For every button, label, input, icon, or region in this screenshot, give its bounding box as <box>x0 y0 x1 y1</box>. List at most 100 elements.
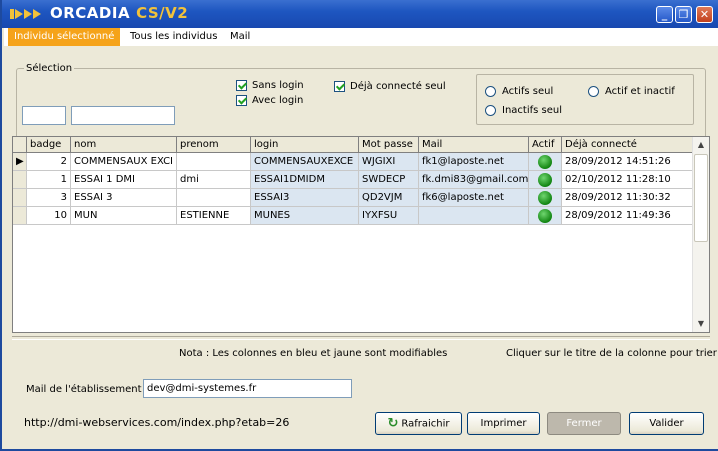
active-status-icon <box>538 173 552 187</box>
row-selector[interactable] <box>13 207 27 225</box>
radio-circle-icon <box>588 86 599 97</box>
cell-login[interactable]: ESSAI1DMIDM <box>251 171 359 189</box>
minimize-button[interactable]: _ <box>656 6 673 23</box>
webservice-url: http://dmi-webservices.com/index.php?eta… <box>24 416 290 429</box>
inactifs-seul-radio[interactable]: Inactifs seul <box>485 105 562 116</box>
menu-tous-les-individus[interactable]: Tous les individus <box>124 28 223 46</box>
cell-login[interactable]: ESSAI3 <box>251 189 359 207</box>
row-selector-header <box>13 137 27 153</box>
row-selector[interactable] <box>13 189 27 207</box>
cell-deja-connecte[interactable]: 28/09/2012 11:49:36 <box>562 207 694 225</box>
close-icon: ✕ <box>699 8 710 21</box>
actifs-seul-radio[interactable]: Actifs seul <box>485 86 553 97</box>
cell-mot-passe[interactable]: IYXFSU <box>359 207 419 225</box>
cell-mot-passe[interactable]: QD2VJM <box>359 189 419 207</box>
cell-prenom[interactable] <box>177 153 251 171</box>
deja-connecte-checkbox[interactable]: Déjà connecté seul <box>334 81 446 92</box>
actif-et-inactif-radio[interactable]: Actif et inactif <box>588 86 675 97</box>
cell-actif[interactable] <box>529 171 562 189</box>
actifs-seul-label: Actifs seul <box>502 86 554 97</box>
column-header-badge[interactable]: badge <box>27 137 71 153</box>
cell-login[interactable]: MUNES <box>251 207 359 225</box>
minimize-icon: _ <box>661 8 668 21</box>
checkbox-check-icon <box>236 95 247 106</box>
cell-deja-connecte[interactable]: 28/09/2012 11:30:32 <box>562 189 694 207</box>
sort-hint-note: Cliquer sur le titre de la colonne pour … <box>506 348 717 359</box>
cell-nom[interactable]: ESSAI 3 <box>71 189 177 207</box>
close-form-button[interactable]: Fermer <box>547 412 621 435</box>
individuals-table: badge nom prenom login Mot passe Mail Ac… <box>12 136 710 333</box>
column-header-deja-connecte[interactable]: Déjà connecté <box>562 137 694 153</box>
cell-actif[interactable] <box>529 207 562 225</box>
column-header-mot-passe[interactable]: Mot passe <box>359 137 419 153</box>
active-status-icon <box>538 155 552 169</box>
column-header-login[interactable]: login <box>251 137 359 153</box>
scroll-down-icon[interactable]: ▼ <box>693 316 709 332</box>
scroll-thumb[interactable] <box>694 154 708 242</box>
cell-badge[interactable]: 2 <box>27 153 71 171</box>
menu-individu-selectionne[interactable]: Individu sélectionné <box>8 28 121 46</box>
avec-login-label: Avec login <box>252 95 304 106</box>
etablissement-mail-input[interactable]: dev@dmi-systemes.fr <box>143 379 352 398</box>
main-panel: Sélection Sans login Avec login Déjà con… <box>4 46 718 449</box>
cell-nom[interactable]: ESSAI 1 DMI <box>71 171 177 189</box>
cell-mail[interactable]: fk.dmi83@gmail.com <box>419 171 529 189</box>
sans-login-label: Sans login <box>252 80 304 91</box>
cell-mot-passe[interactable]: SWDECP <box>359 171 419 189</box>
active-filter-group <box>476 74 694 125</box>
cell-prenom[interactable]: ESTIENNE <box>177 207 251 225</box>
active-status-icon <box>538 191 552 205</box>
cell-prenom[interactable] <box>177 189 251 207</box>
row-selector[interactable] <box>13 171 27 189</box>
inactifs-seul-label: Inactifs seul <box>502 105 562 116</box>
application-window: ORCADIA CS/V2 _ ❐ ✕ Individu sélectionné … <box>0 0 718 451</box>
divider <box>12 336 710 340</box>
badge-filter-input[interactable] <box>22 106 66 125</box>
refresh-button-label: Rafraichir <box>401 418 450 430</box>
selection-group-title: Sélection <box>24 63 75 74</box>
print-button[interactable]: Imprimer <box>467 412 540 435</box>
cell-badge[interactable]: 3 <box>27 189 71 207</box>
column-header-actif[interactable]: Actif <box>529 137 562 153</box>
actif-et-inactif-label: Actif et inactif <box>605 86 675 97</box>
close-window-button[interactable]: ✕ <box>696 6 713 23</box>
radio-circle-icon <box>485 86 496 97</box>
restore-button[interactable]: ❐ <box>675 6 692 23</box>
radio-circle-icon <box>485 105 496 116</box>
checkbox-check-icon <box>334 81 345 92</box>
cell-badge[interactable]: 10 <box>27 207 71 225</box>
cell-actif[interactable] <box>529 153 562 171</box>
window-version: CS/V2 <box>136 4 189 22</box>
avec-login-checkbox[interactable]: Avec login <box>236 95 303 106</box>
cell-mail[interactable]: fk6@laposte.net <box>419 189 529 207</box>
refresh-button[interactable]: ↻ Rafraichir <box>375 412 462 435</box>
column-header-nom[interactable]: nom <box>71 137 177 153</box>
cell-mail[interactable]: fk1@laposte.net <box>419 153 529 171</box>
table-vertical-scrollbar[interactable]: ▲ ▼ <box>692 137 709 332</box>
validate-button[interactable]: Valider <box>629 412 704 435</box>
deja-connecte-label: Déjà connecté seul <box>350 81 446 92</box>
cell-deja-connecte[interactable]: 28/09/2012 14:51:26 <box>562 153 694 171</box>
refresh-icon: ↻ <box>387 416 399 431</box>
restore-icon: ❐ <box>678 8 689 21</box>
cell-prenom[interactable]: dmi <box>177 171 251 189</box>
column-header-prenom[interactable]: prenom <box>177 137 251 153</box>
cell-actif[interactable] <box>529 189 562 207</box>
title-bar[interactable]: ORCADIA CS/V2 _ ❐ ✕ <box>2 0 718 28</box>
menu-mail[interactable]: Mail <box>224 28 256 46</box>
cell-nom[interactable]: MUN <box>71 207 177 225</box>
sans-login-checkbox[interactable]: Sans login <box>236 80 304 91</box>
column-header-mail[interactable]: Mail <box>419 137 529 153</box>
scroll-up-icon[interactable]: ▲ <box>693 137 709 153</box>
menu-bar: Individu sélectionné Tous les individus … <box>4 28 718 46</box>
cell-deja-connecte[interactable]: 02/10/2012 11:28:10 <box>562 171 694 189</box>
cell-login[interactable]: COMMENSAUXEXCE <box>251 153 359 171</box>
cell-mot-passe[interactable]: WJGIXI <box>359 153 419 171</box>
current-row-arrow-icon[interactable]: ▶ <box>13 153 27 171</box>
checkbox-check-icon <box>236 80 247 91</box>
name-filter-input[interactable] <box>71 106 175 125</box>
active-status-icon <box>538 209 552 223</box>
cell-badge[interactable]: 1 <box>27 171 71 189</box>
cell-nom[interactable]: COMMENSAUX EXCI <box>71 153 177 171</box>
cell-mail[interactable] <box>419 207 529 225</box>
